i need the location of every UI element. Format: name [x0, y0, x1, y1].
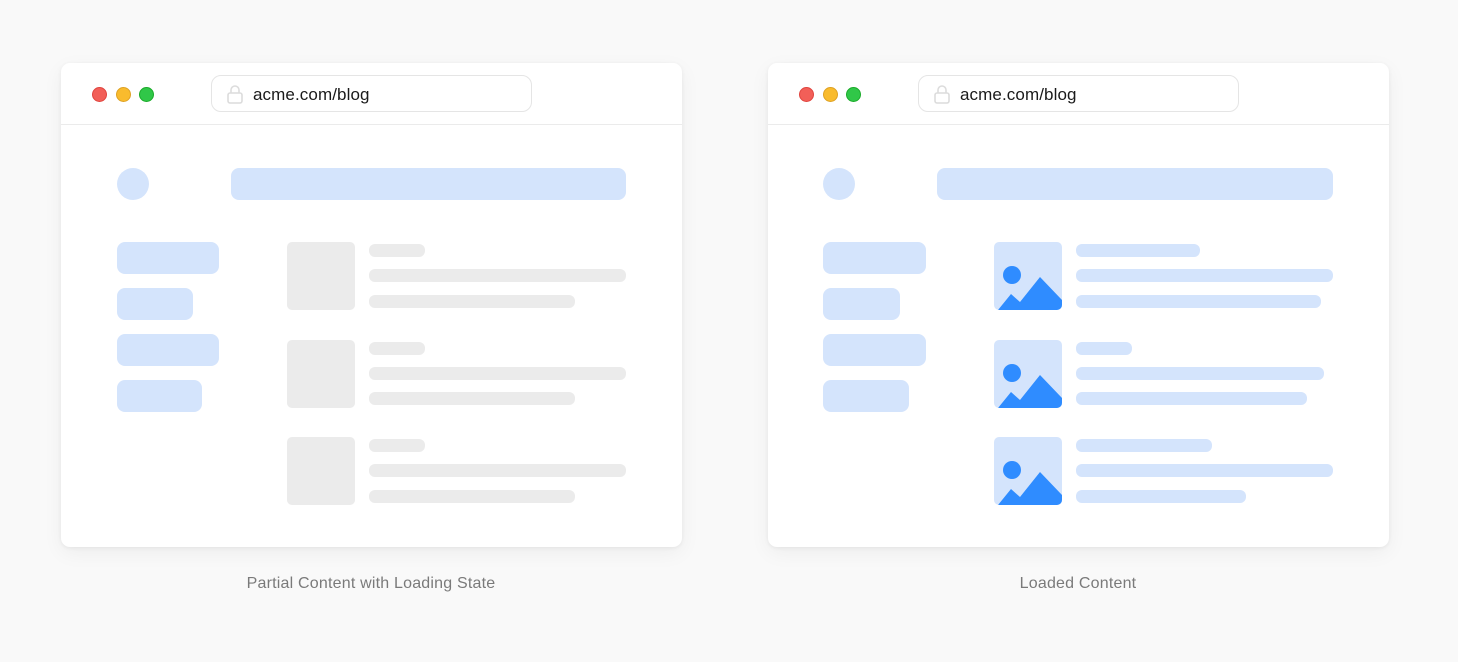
minimize-button[interactable] [823, 87, 838, 102]
image-icon [994, 242, 1062, 310]
maximize-button[interactable] [139, 87, 154, 102]
text-line [1076, 269, 1333, 282]
browser-window-loaded: acme.com/blog [768, 63, 1389, 547]
avatar-skeleton [823, 168, 855, 200]
text-line-skeleton [369, 439, 425, 452]
sidebar-item-skeleton [117, 242, 219, 274]
text-line [1076, 490, 1246, 503]
url-text: acme.com/blog [253, 85, 370, 104]
text-line-skeleton [369, 244, 425, 257]
caption-loaded: Loaded Content [1019, 575, 1137, 592]
sidebar-item-skeleton [117, 380, 202, 412]
text-line-skeleton [369, 464, 626, 477]
maximize-button[interactable] [846, 87, 861, 102]
text-line-skeleton [369, 392, 575, 405]
address-bar[interactable]: acme.com/blog [211, 75, 532, 112]
lock-icon [934, 85, 950, 104]
sidebar-item-skeleton [117, 288, 193, 320]
title-bar: acme.com/blog [61, 63, 682, 125]
thumbnail-placeholder [287, 437, 355, 505]
browser-window-loading: acme.com/blog [61, 63, 682, 547]
text-line-skeleton [369, 367, 626, 380]
text-line [1076, 439, 1212, 452]
sidebar-item-skeleton [823, 334, 926, 366]
thumbnail-placeholder [287, 242, 355, 310]
caption-loading: Partial Content with Loading State [246, 575, 496, 592]
header-skeleton [231, 168, 626, 200]
url-text: acme.com/blog [960, 85, 1077, 104]
header-skeleton [937, 168, 1333, 200]
text-line [1076, 392, 1307, 405]
avatar-skeleton [117, 168, 149, 200]
text-line-skeleton [369, 490, 575, 503]
text-line [1076, 464, 1333, 477]
title-bar: acme.com/blog [768, 63, 1389, 125]
lock-icon [227, 85, 243, 104]
image-icon [994, 340, 1062, 408]
sidebar-item-skeleton [823, 380, 909, 412]
close-button[interactable] [799, 87, 814, 102]
image-icon [994, 437, 1062, 505]
sidebar-item-skeleton [823, 288, 900, 320]
text-line-skeleton [369, 342, 425, 355]
text-line [1076, 295, 1321, 308]
address-bar[interactable]: acme.com/blog [918, 75, 1239, 112]
text-line [1076, 342, 1132, 355]
sidebar-item-skeleton [117, 334, 219, 366]
text-line [1076, 367, 1324, 380]
text-line-skeleton [369, 269, 626, 282]
thumbnail-placeholder [287, 340, 355, 408]
text-line [1076, 244, 1200, 257]
minimize-button[interactable] [116, 87, 131, 102]
close-button[interactable] [92, 87, 107, 102]
text-line-skeleton [369, 295, 575, 308]
sidebar-item-skeleton [823, 242, 926, 274]
